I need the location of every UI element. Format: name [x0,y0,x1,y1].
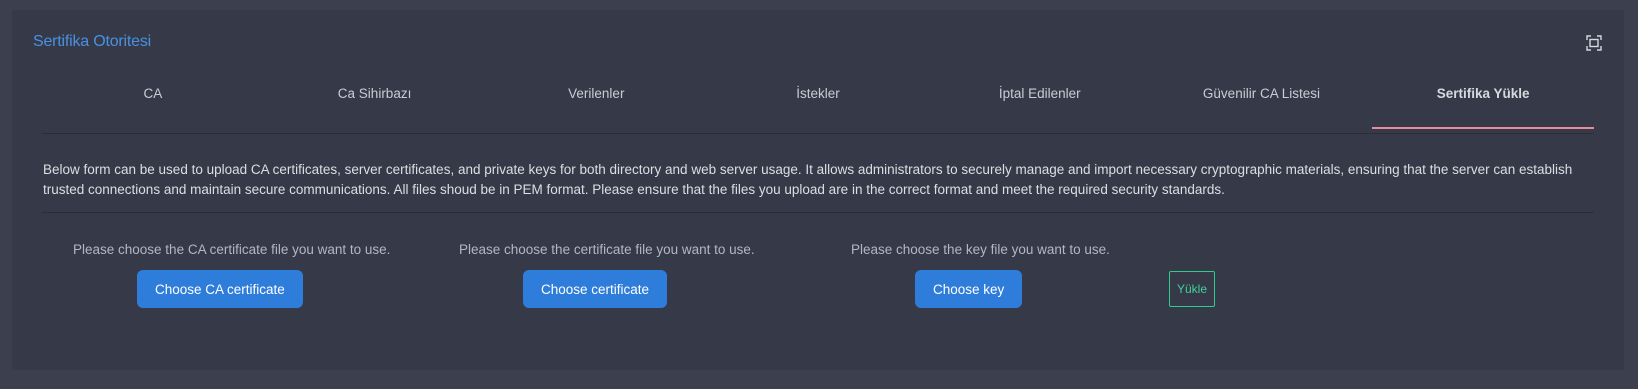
tab-requests[interactable]: İstekler [707,80,929,129]
upload-submit-button[interactable]: Yükle [1169,271,1216,307]
tab-divider [42,133,1594,134]
tab-label: Verilenler [568,86,625,101]
tab-label: İstekler [796,86,840,101]
section-divider [42,212,1594,213]
choose-certificate-button[interactable]: Choose certificate [523,270,668,308]
tab-label: Güvenilir CA Listesi [1202,86,1320,101]
tab-ca[interactable]: CA [42,80,264,129]
tab-label: İptal Edilenler [998,86,1081,101]
panel-title: Sertifika Otoritesi [33,33,152,50]
expand-icon[interactable] [1586,35,1602,51]
tab-ca-wizard[interactable]: Ca Sihirbazı [264,80,486,129]
tab-trusted-ca-list[interactable]: Güvenilir CA Listesi [1151,80,1373,129]
tab-issued[interactable]: Verilenler [485,80,707,129]
tab-label: Sertifika Yükle [1436,86,1530,101]
choose-key-button[interactable]: Choose key [915,270,1023,308]
cert-upload-hint: Please choose the certificate file you w… [459,242,755,257]
cert-upload-group: Please choose the certificate file you w… [459,242,755,257]
ca-upload-hint: Please choose the CA certificate file yo… [73,242,391,257]
description-text: Below form can be used to upload CA cert… [43,162,1573,197]
certificate-authority-panel: Sertifika Otoritesi CA Ca Sihirbazı Veri… [12,10,1624,370]
tab-label: Ca Sihirbazı [337,86,412,101]
tab-upload-certificate[interactable]: Sertifika Yükle [1372,80,1594,129]
tab-revoked[interactable]: İptal Edilenler [929,80,1151,129]
key-upload-group: Please choose the key file you want to u… [851,242,1110,257]
tab-bar: CA Ca Sihirbazı Verilenler İstekler İpta… [42,80,1594,129]
ca-upload-group: Please choose the CA certificate file yo… [73,242,390,257]
key-upload-hint: Please choose the key file you want to u… [851,242,1110,257]
choose-ca-certificate-button[interactable]: Choose CA certificate [137,270,303,308]
tab-label: CA [143,86,163,101]
